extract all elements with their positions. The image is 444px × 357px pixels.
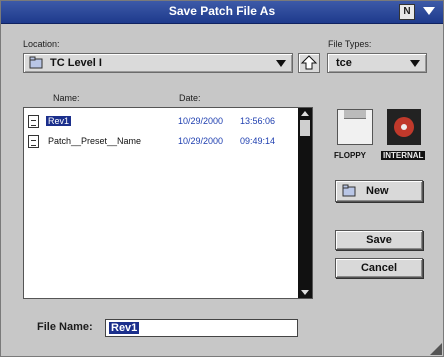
cancel-button[interactable]: Cancel	[335, 258, 423, 278]
file-types-value: tce	[336, 57, 352, 69]
title-bar[interactable]: Save Patch File As N	[1, 1, 443, 24]
scroll-thumb[interactable]	[300, 120, 310, 136]
resize-grip-icon[interactable]	[430, 343, 442, 355]
file-time: 09:49:14	[240, 136, 276, 146]
folder-icon	[29, 56, 43, 69]
new-folder-button[interactable]: New	[335, 180, 423, 202]
file-name-value: Rev1	[109, 322, 140, 334]
scroll-up-arrow-icon[interactable]	[301, 111, 309, 116]
file-name: Patch__Preset__Name	[48, 136, 142, 146]
file-list[interactable]: Rev1 10/29/2000 13:56:06 Patch__Preset__…	[23, 107, 313, 299]
new-button-label: New	[366, 185, 389, 197]
document-icon	[28, 135, 39, 148]
list-item[interactable]: Rev1 10/29/2000 13:56:06	[28, 114, 298, 130]
location-label: Location:	[23, 39, 60, 49]
file-time: 13:56:06	[240, 116, 276, 126]
location-value: TC Level I	[50, 57, 102, 69]
n-button[interactable]: N	[399, 4, 415, 20]
save-dialog: Save Patch File As N Location: TC Level …	[0, 0, 444, 357]
dropdown-arrow-icon	[410, 60, 420, 67]
save-button[interactable]: Save	[335, 230, 423, 250]
file-date: 10/29/2000	[178, 116, 224, 126]
parent-folder-button[interactable]	[298, 53, 320, 73]
floppy-disk-icon[interactable]	[337, 109, 373, 145]
file-types-popup[interactable]: tce	[327, 53, 427, 73]
list-item[interactable]: Patch__Preset__Name 10/29/2000 09:49:14	[28, 134, 298, 150]
name-column-header: Name:	[53, 93, 80, 103]
file-date: 10/29/2000	[178, 136, 224, 146]
file-name: Rev1	[46, 116, 72, 126]
dropdown-arrow-icon	[276, 60, 286, 67]
location-popup[interactable]: TC Level I	[23, 53, 293, 73]
up-arrow-icon	[300, 55, 318, 70]
document-icon	[28, 115, 39, 128]
file-name-label: File Name:	[37, 321, 93, 333]
collapse-arrow-icon[interactable]	[421, 4, 437, 18]
date-column-header: Date:	[179, 93, 201, 103]
file-types-label: File Types:	[328, 39, 372, 49]
folder-icon	[342, 184, 356, 197]
internal-drive-icon[interactable]	[387, 109, 421, 145]
floppy-label: FLOPPY	[334, 151, 367, 160]
file-name-input[interactable]: Rev1	[105, 319, 298, 337]
scroll-down-arrow-icon[interactable]	[301, 290, 309, 295]
internal-label: INTERNAL	[381, 151, 426, 160]
vertical-scrollbar[interactable]	[298, 108, 312, 298]
window-title: Save Patch File As	[168, 4, 276, 18]
